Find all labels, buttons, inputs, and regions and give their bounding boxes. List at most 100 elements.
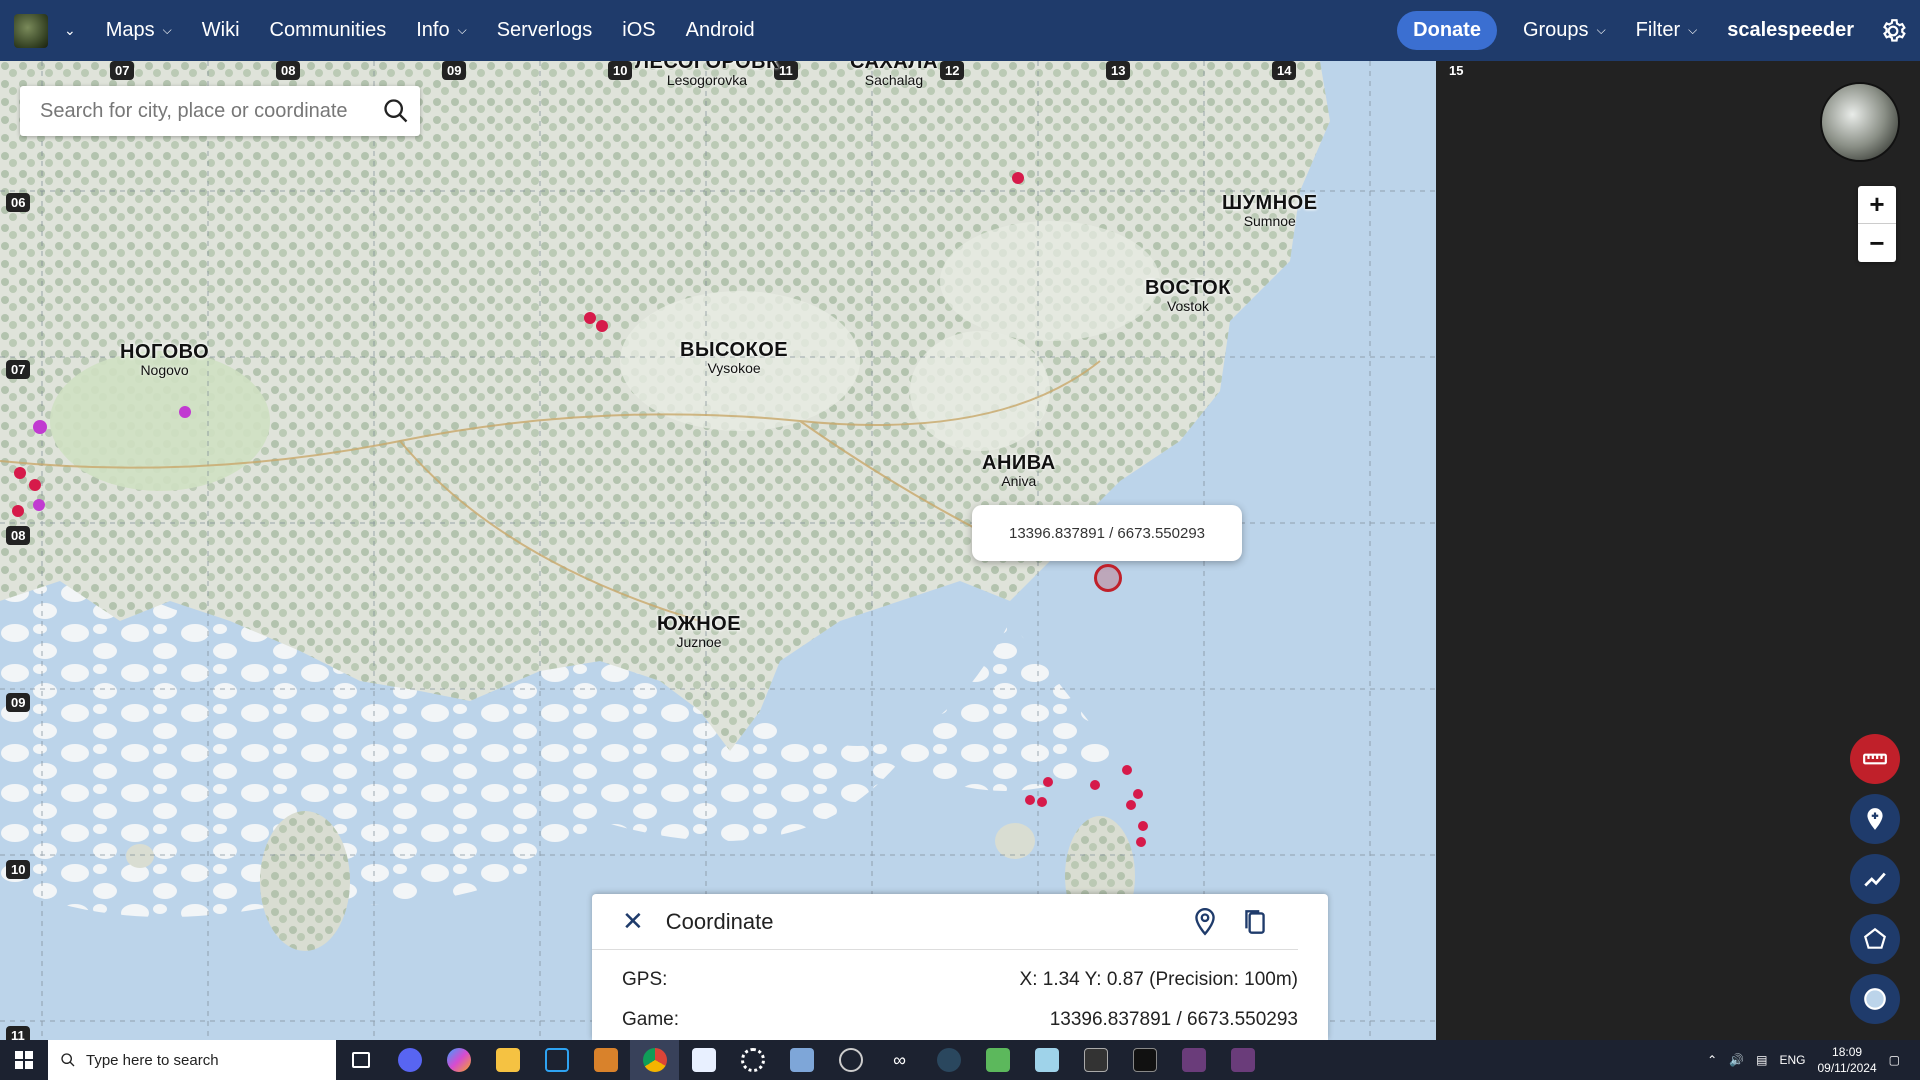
copy-icon[interactable]	[1242, 907, 1268, 937]
language-indicator[interactable]: ENG	[1779, 1053, 1805, 1067]
location-marker-icon[interactable]	[1094, 564, 1122, 592]
polygon-button[interactable]	[1850, 914, 1900, 964]
chevron-up-icon[interactable]: ⌃	[1707, 1053, 1717, 1067]
app-icon[interactable]	[1218, 1040, 1267, 1080]
town-aniva[interactable]: АНИВА Aniva	[982, 452, 1056, 489]
grid-label-row: 06	[6, 193, 31, 212]
coordinate-panel-header: ✕ Coordinate	[592, 894, 1298, 950]
polygon-icon	[1863, 927, 1887, 949]
minimap-toggle[interactable]	[1820, 82, 1900, 162]
app-icon[interactable]	[581, 1040, 630, 1080]
coordinate-panel-title: Coordinate	[665, 908, 774, 934]
map-pin-icon[interactable]	[1192, 907, 1218, 937]
app-icon[interactable]	[826, 1040, 875, 1080]
nav-wiki[interactable]: Wiki	[202, 19, 240, 42]
nav-serverlogs-label: Serverlogs	[496, 19, 593, 41]
windows-start-icon[interactable]	[0, 1040, 48, 1080]
nav-android[interactable]: Android	[686, 19, 755, 42]
town-lesogorovka[interactable]: ЛЕСОГОРОВК Lesogorovka	[635, 61, 779, 88]
steam-icon[interactable]	[924, 1040, 973, 1080]
groups-dropdown[interactable]: Groups ⌵	[1523, 19, 1606, 42]
terminal-icon[interactable]	[1120, 1040, 1169, 1080]
nav-serverlogs[interactable]: Serverlogs	[497, 19, 593, 42]
game-row: Game: 13396.837891 / 6673.550293	[592, 1000, 1328, 1040]
grid-label-row: 07	[6, 360, 31, 379]
search-input[interactable]	[40, 99, 382, 123]
chrome-icon[interactable]	[630, 1040, 679, 1080]
donate-button[interactable]: Donate	[1397, 11, 1497, 50]
search-icon	[61, 1053, 75, 1067]
nav-ios-label: iOS	[622, 19, 656, 41]
ruler-icon	[1863, 753, 1887, 765]
nav-android-label: Android	[685, 19, 755, 41]
nav-maps[interactable]: Maps ⌵	[106, 19, 172, 42]
settings-icon[interactable]	[728, 1040, 777, 1080]
grid-label-row: 10	[6, 860, 31, 879]
app-icon[interactable]	[532, 1040, 581, 1080]
zoom-out-button[interactable]: −	[1858, 224, 1896, 262]
meta-icon[interactable]: ∞	[875, 1040, 924, 1080]
gear-icon[interactable]	[1880, 18, 1906, 44]
town-name-en: Vostok	[1166, 298, 1209, 314]
town-nogovo[interactable]: НОГОВО Nogovo	[120, 341, 209, 378]
discord-icon[interactable]	[385, 1040, 434, 1080]
clock[interactable]: 18:09 09/11/2024	[1817, 1044, 1876, 1076]
town-vysokoe[interactable]: ВЫСОКОЕ Vysokoe	[680, 339, 788, 376]
search-icon[interactable]	[382, 97, 410, 125]
grid-label-col: 10	[608, 61, 633, 80]
app-icon[interactable]	[1169, 1040, 1218, 1080]
volume-icon[interactable]: 🔊	[1729, 1053, 1744, 1067]
nav-maps-label: Maps	[105, 19, 155, 41]
nav-info-label: Info	[416, 19, 450, 41]
gps-value: X: 1.34 Y: 0.87 (Precision: 100m)	[1019, 969, 1298, 990]
nav-ios[interactable]: iOS	[622, 19, 655, 42]
clock-date: 09/11/2024	[1817, 1061, 1877, 1075]
town-name-ru: НОГОВО	[120, 341, 210, 363]
calculator-icon[interactable]	[777, 1040, 826, 1080]
town-juznoe[interactable]: ЮЖНОЕ Juznoe	[657, 613, 741, 650]
nav-wiki-label: Wiki	[201, 19, 240, 41]
add-marker-button[interactable]	[1850, 794, 1900, 844]
chevron-down-icon[interactable]: ⌄	[64, 22, 76, 39]
town-name-ru: ШУМНОЕ	[1222, 192, 1318, 214]
coordinate-panel: ✕ Coordinate GPS: X: 1.34 Y: 0.87 (Preci…	[592, 894, 1328, 1040]
notepad-icon[interactable]	[973, 1040, 1022, 1080]
town-sachalag[interactable]: САХАЛА Sachalag	[850, 61, 938, 88]
task-view-icon[interactable]	[336, 1040, 385, 1080]
app-icon[interactable]	[1022, 1040, 1071, 1080]
file-explorer-icon[interactable]	[483, 1040, 532, 1080]
polyline-button[interactable]	[1850, 854, 1900, 904]
ruler-button[interactable]	[1850, 734, 1900, 784]
nav-communities[interactable]: Communities	[270, 19, 387, 42]
grid-label-col: 15	[1444, 61, 1469, 80]
polyline-icon	[1864, 872, 1886, 887]
gps-label: GPS:	[622, 969, 668, 990]
dayz-icon[interactable]	[1071, 1040, 1120, 1080]
clock-time: 18:09	[1832, 1045, 1863, 1059]
app-logo-icon[interactable]	[14, 13, 48, 48]
windows-taskbar: Type here to search ∞ ⌃ 🔊 ▤ ENG 18:09 09…	[0, 1040, 1920, 1080]
search-box[interactable]	[20, 86, 420, 136]
grid-label-col: 07	[110, 61, 135, 80]
network-icon[interactable]: ▤	[1756, 1053, 1767, 1067]
filter-dropdown[interactable]: Filter ⌵	[1636, 19, 1698, 42]
town-sumnoe[interactable]: ШУМНОЕ Sumnoe	[1222, 192, 1318, 229]
add-marker-icon	[1867, 808, 1883, 830]
grid-label-row: 09	[6, 693, 31, 712]
chevron-down-icon: ⌵	[1688, 23, 1698, 37]
taskbar-search[interactable]: Type here to search	[48, 1040, 336, 1080]
filter-label: Filter	[1635, 19, 1681, 41]
grid-label-row: 08	[6, 526, 31, 545]
app-icon[interactable]	[679, 1040, 728, 1080]
grid-label-row: 11	[6, 1026, 30, 1040]
copilot-icon[interactable]	[434, 1040, 483, 1080]
zoom-in-button[interactable]: +	[1858, 186, 1896, 224]
username[interactable]: scalespeeder	[1727, 19, 1854, 42]
notification-icon[interactable]: ▢	[1889, 1053, 1900, 1067]
town-vostok[interactable]: ВОСТОК Vostok	[1145, 277, 1231, 314]
close-icon[interactable]: ✕	[622, 906, 644, 937]
top-navbar: ⌄ Maps ⌵ Wiki Communities Info ⌵ Serverlog…	[0, 0, 1920, 61]
nav-info[interactable]: Info ⌵	[416, 19, 466, 42]
town-name-ru: ЮЖНОЕ	[657, 613, 742, 635]
circle-button[interactable]	[1850, 974, 1900, 1024]
